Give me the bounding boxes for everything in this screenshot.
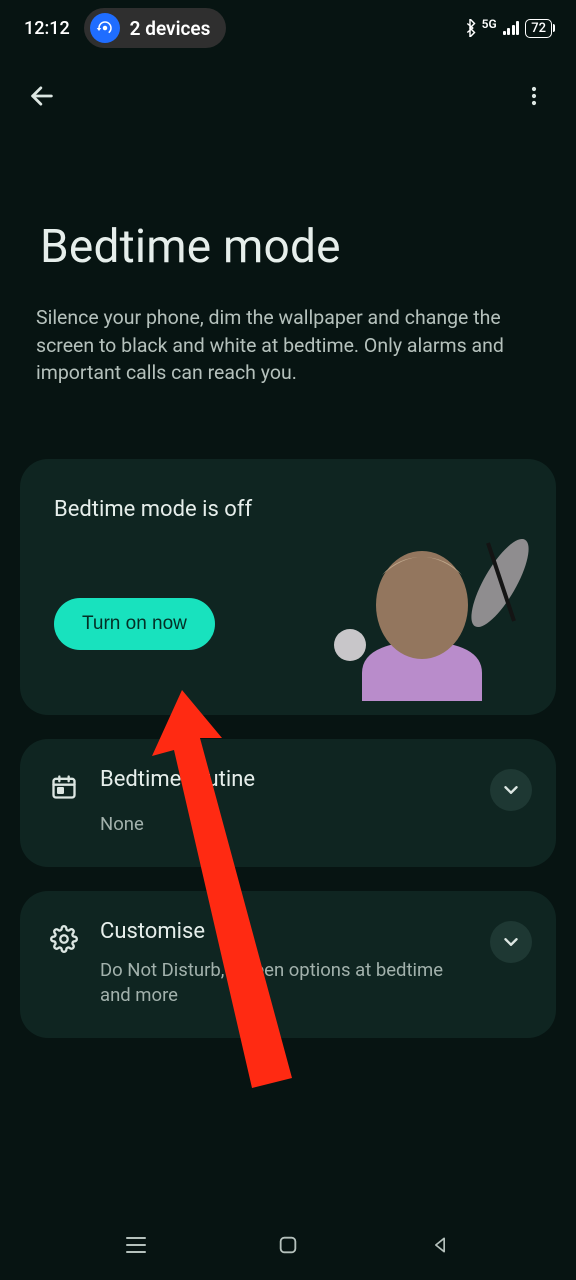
system-navbar bbox=[0, 1210, 576, 1280]
back-triangle-icon bbox=[430, 1235, 450, 1255]
customise-expand-button[interactable] bbox=[490, 921, 532, 963]
app-toolbar bbox=[0, 64, 576, 128]
overflow-menu-button[interactable] bbox=[512, 74, 556, 118]
arrow-back-icon bbox=[28, 82, 56, 110]
customise-body: Customise Do Not Disturb, screen options… bbox=[100, 919, 472, 1008]
turn-on-now-button[interactable]: Turn on now bbox=[54, 598, 215, 650]
cast-icon bbox=[90, 13, 120, 43]
gear-icon bbox=[46, 921, 82, 957]
customise-title: Customise bbox=[100, 919, 472, 944]
routine-expand-button[interactable] bbox=[490, 769, 532, 811]
status-card: Bedtime mode is off Turn on now bbox=[20, 459, 556, 715]
battery-level: 72 bbox=[531, 21, 546, 36]
page-description: Silence your phone, dim the wallpaper an… bbox=[0, 298, 576, 387]
recents-button[interactable] bbox=[114, 1223, 158, 1267]
customise-subtitle: Do Not Disturb, screen options at bedtim… bbox=[100, 958, 472, 1008]
battery-icon: 72 bbox=[525, 19, 552, 38]
customise-card[interactable]: Customise Do Not Disturb, screen options… bbox=[20, 891, 556, 1038]
chevron-down-icon bbox=[500, 931, 522, 953]
more-vert-icon bbox=[522, 84, 546, 108]
page-title: Bedtime mode bbox=[0, 128, 576, 298]
devices-chip-label: 2 devices bbox=[130, 17, 211, 40]
status-bar: 12:12 2 devices 5G 72 bbox=[0, 0, 576, 56]
network-label: 5G bbox=[482, 17, 497, 31]
clock-time: 12:12 bbox=[24, 18, 70, 39]
status-right: 5G 72 bbox=[464, 19, 552, 38]
routine-title: Bedtime routine bbox=[100, 767, 472, 792]
home-icon bbox=[277, 1234, 299, 1256]
home-button[interactable] bbox=[266, 1223, 310, 1267]
back-button[interactable] bbox=[20, 74, 64, 118]
status-left: 12:12 2 devices bbox=[24, 8, 226, 48]
back-nav-button[interactable] bbox=[418, 1223, 462, 1267]
routine-value: None bbox=[100, 812, 472, 837]
routine-body: Bedtime routine None bbox=[100, 767, 472, 837]
devices-chip[interactable]: 2 devices bbox=[84, 8, 227, 48]
recents-icon bbox=[124, 1235, 148, 1255]
bluetooth-icon bbox=[464, 19, 476, 37]
bedtime-illustration bbox=[304, 513, 542, 703]
calendar-icon bbox=[46, 769, 82, 805]
bedtime-routine-card[interactable]: Bedtime routine None bbox=[20, 739, 556, 867]
chevron-down-icon bbox=[500, 779, 522, 801]
signal-icon bbox=[503, 21, 520, 35]
